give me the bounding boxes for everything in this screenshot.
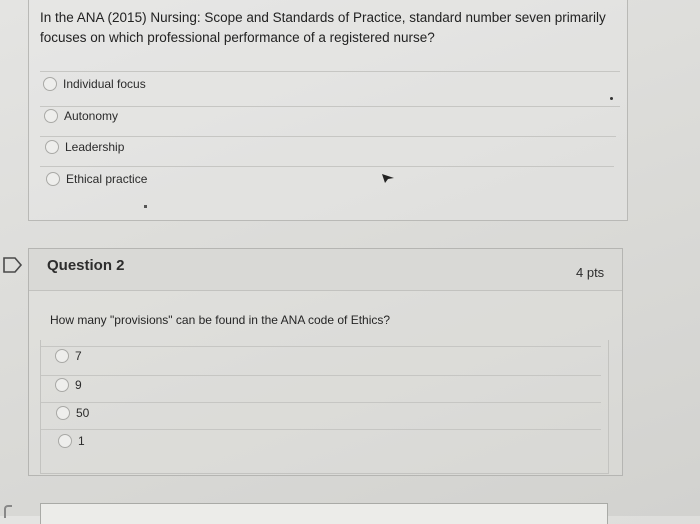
question-flag-icon[interactable] [2, 256, 24, 274]
question-2-title: Question 2 [47, 257, 125, 274]
option-divider [41, 346, 601, 347]
question-1-text: In the ANA (2015) Nursing: Scope and Sta… [40, 10, 606, 45]
option-label: Leadership [65, 140, 125, 154]
radio-button[interactable] [56, 406, 70, 420]
stray-mark [144, 205, 147, 208]
question-2-text: How many "provisions" can be found in th… [50, 313, 391, 327]
mouse-cursor-icon [382, 174, 394, 183]
option-9[interactable]: 9 [55, 378, 82, 392]
stray-dot [610, 97, 613, 100]
option-divider [40, 106, 620, 107]
option-individual-focus[interactable]: Individual focus [43, 77, 146, 91]
option-label: Individual focus [63, 77, 146, 91]
option-1[interactable]: 1 [58, 434, 85, 448]
question-2-points: 4 pts [576, 265, 605, 280]
option-divider [40, 166, 614, 167]
option-divider [41, 429, 601, 430]
radio-button[interactable] [44, 109, 58, 123]
option-label: Autonomy [64, 109, 119, 123]
radio-button[interactable] [55, 349, 69, 363]
option-label: Ethical practice [66, 172, 148, 186]
option-divider [40, 71, 620, 72]
answers-container [40, 340, 609, 474]
option-ethical-practice[interactable]: Ethical practice [46, 172, 147, 186]
next-question-card [40, 503, 608, 524]
option-label: 1 [78, 434, 85, 448]
next-flag-icon[interactable] [4, 505, 12, 518]
option-7[interactable]: 7 [55, 349, 82, 363]
option-label: 7 [75, 349, 82, 363]
option-autonomy[interactable]: Autonomy [44, 109, 118, 123]
option-divider [41, 402, 601, 403]
option-divider [41, 375, 601, 376]
option-leadership[interactable]: Leadership [45, 140, 124, 154]
option-50[interactable]: 50 [56, 406, 89, 420]
radio-button[interactable] [58, 434, 72, 448]
option-label: 9 [75, 378, 82, 392]
option-divider [40, 136, 616, 137]
radio-button[interactable] [43, 77, 57, 91]
radio-button[interactable] [45, 140, 59, 154]
radio-button[interactable] [46, 172, 60, 186]
radio-button[interactable] [55, 378, 69, 392]
option-label: 50 [76, 406, 90, 420]
